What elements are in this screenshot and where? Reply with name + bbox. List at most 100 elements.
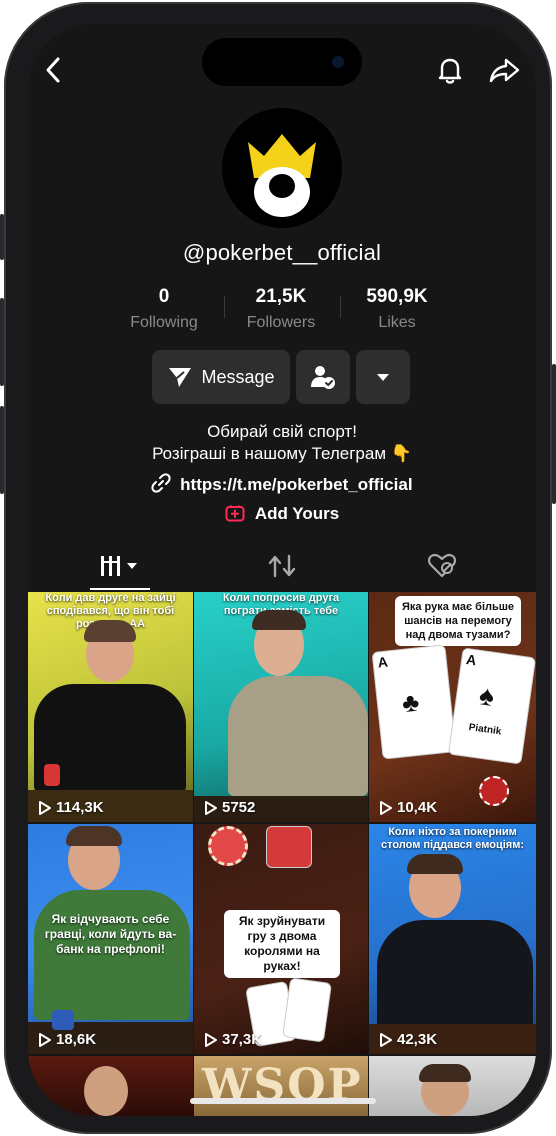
mute-switch xyxy=(0,214,4,260)
view-count-text: 42,3K xyxy=(397,1031,438,1048)
tab-liked[interactable] xyxy=(392,544,492,588)
view-count: 18,6K xyxy=(38,1031,96,1048)
more-options-button[interactable] xyxy=(356,350,410,404)
screen: @pokerbet__official 0 Following 21,5K Fo… xyxy=(28,24,536,1116)
phone-frame: @pokerbet__official 0 Following 21,5K Fo… xyxy=(0,2,556,1134)
view-count-text: 114,3K xyxy=(56,799,104,816)
bio-line-2: Розіграші в нашому Телеграм 👇 xyxy=(152,444,412,463)
notifications-button[interactable] xyxy=(434,54,466,91)
person-hair xyxy=(419,1064,471,1082)
view-count: 114,3K xyxy=(38,799,104,816)
user-check-icon xyxy=(311,366,335,389)
view-count: 42,3K xyxy=(379,1031,437,1048)
followers-count: 21,5K xyxy=(255,286,307,307)
card-rank: A xyxy=(376,653,389,671)
video-caption: Коли ніхто за покерним столом піддався е… xyxy=(381,826,524,851)
video-tile[interactable] xyxy=(28,1056,193,1116)
play-icon xyxy=(205,800,217,815)
liked-hidden-icon xyxy=(428,553,456,578)
poker-chip xyxy=(208,826,248,866)
video-caption: Як зруйнувати гру з двома королями на ру… xyxy=(224,910,340,978)
video-tile[interactable]: Як зруйнувати гру з двома королями на ру… xyxy=(194,824,368,1054)
volume-down-button xyxy=(0,406,4,494)
person-hair xyxy=(84,620,136,642)
video-caption: Яка рука має більше шансів на перемогу н… xyxy=(395,596,521,646)
card-brand: Piatnik xyxy=(468,722,503,738)
video-tile[interactable]: Коли ніхто за покерним столом піддався е… xyxy=(369,824,536,1054)
view-count-text: 5752 xyxy=(222,799,256,816)
video-tile[interactable]: Коли дав друге на зайці сподівався, що в… xyxy=(28,592,193,822)
profile-avatar[interactable] xyxy=(222,108,342,228)
following-count: 0 xyxy=(158,286,170,307)
view-count: 10,4K xyxy=(379,799,437,816)
active-tab-indicator xyxy=(90,588,150,590)
view-count: 5752 xyxy=(204,799,255,816)
bio-line-1: Обирай свій спорт! xyxy=(207,422,357,441)
poker-chips xyxy=(52,1010,74,1030)
video-tile[interactable]: WSOP xyxy=(194,1056,368,1116)
ace-of-clubs-card: A ♣ xyxy=(371,644,457,760)
profile-tabs xyxy=(28,544,536,590)
view-count-text: 18,6K xyxy=(56,1031,97,1048)
video-caption: Як відчувають себе гравці, коли йдуть ва… xyxy=(44,912,177,956)
view-count: 37,3K xyxy=(204,1031,262,1048)
add-yours-icon xyxy=(225,505,245,522)
power-button xyxy=(552,364,556,504)
king-card xyxy=(282,977,332,1043)
bell-icon xyxy=(438,58,462,84)
tab-videos[interactable] xyxy=(70,544,170,588)
club-suit-icon: ♣ xyxy=(400,686,421,719)
profile-link-text: https://t.me/pokerbet_official xyxy=(180,475,413,494)
likes-stat[interactable]: 590,9K Likes xyxy=(342,286,452,332)
person-shirt xyxy=(377,920,533,1030)
play-icon xyxy=(39,1032,51,1047)
person-head xyxy=(84,1066,128,1116)
followers-label: Followers xyxy=(246,314,316,331)
repost-icon xyxy=(268,554,296,578)
add-yours-label: Add Yours xyxy=(254,504,340,523)
chevron-left-icon xyxy=(46,57,60,83)
following-label: Following xyxy=(130,314,198,331)
stat-divider xyxy=(340,296,341,318)
card-rank: A xyxy=(465,651,478,669)
back-button[interactable] xyxy=(40,54,68,91)
play-icon xyxy=(380,800,392,815)
send-icon xyxy=(169,368,192,387)
person-hair xyxy=(66,826,122,846)
video-tile[interactable]: Яка рука має більше шансів на перемогу н… xyxy=(369,592,536,822)
play-icon xyxy=(380,1032,392,1047)
play-icon xyxy=(39,800,51,815)
profile-link[interactable]: https://t.me/pokerbet_official xyxy=(28,473,536,495)
person-shirt xyxy=(228,676,368,796)
likes-label: Likes xyxy=(378,314,416,331)
add-yours-button[interactable]: Add Yours xyxy=(28,504,536,524)
profile-stats: 0 Following 21,5K Followers 590,9K Likes xyxy=(28,286,536,336)
tab-reposts[interactable] xyxy=(232,544,332,588)
view-count-text: 10,4K xyxy=(397,799,438,816)
card-back xyxy=(266,826,312,868)
volume-up-button xyxy=(0,298,4,386)
ace-of-spades-card: A ♠ Piatnik xyxy=(447,647,536,765)
video-tile[interactable] xyxy=(369,1056,536,1116)
grid-videos-icon xyxy=(101,556,137,576)
person-hair xyxy=(407,854,463,874)
followers-stat[interactable]: 21,5K Followers xyxy=(226,286,336,332)
view-count-text: 37,3K xyxy=(222,1031,263,1048)
poker-chip xyxy=(479,776,509,806)
message-label: Message xyxy=(201,366,275,387)
share-button[interactable] xyxy=(488,54,522,91)
profile-handle: @pokerbet__official xyxy=(182,240,382,265)
home-indicator[interactable] xyxy=(190,1098,376,1104)
follow-status-button[interactable] xyxy=(296,350,350,404)
poker-chips xyxy=(44,764,60,786)
video-tile[interactable]: Як відчувають себе гравці, коли йдуть ва… xyxy=(28,824,193,1054)
caret-down-icon xyxy=(377,374,389,381)
following-stat[interactable]: 0 Following xyxy=(109,286,219,332)
dynamic-island xyxy=(202,38,362,86)
share-icon xyxy=(489,58,520,83)
spade-suit-icon: ♠ xyxy=(477,679,497,713)
video-tile[interactable]: Коли попросив друга пограти замість тебе… xyxy=(194,592,368,822)
message-button[interactable]: Message xyxy=(152,350,290,404)
play-icon xyxy=(205,1032,217,1047)
stat-divider xyxy=(224,296,225,318)
